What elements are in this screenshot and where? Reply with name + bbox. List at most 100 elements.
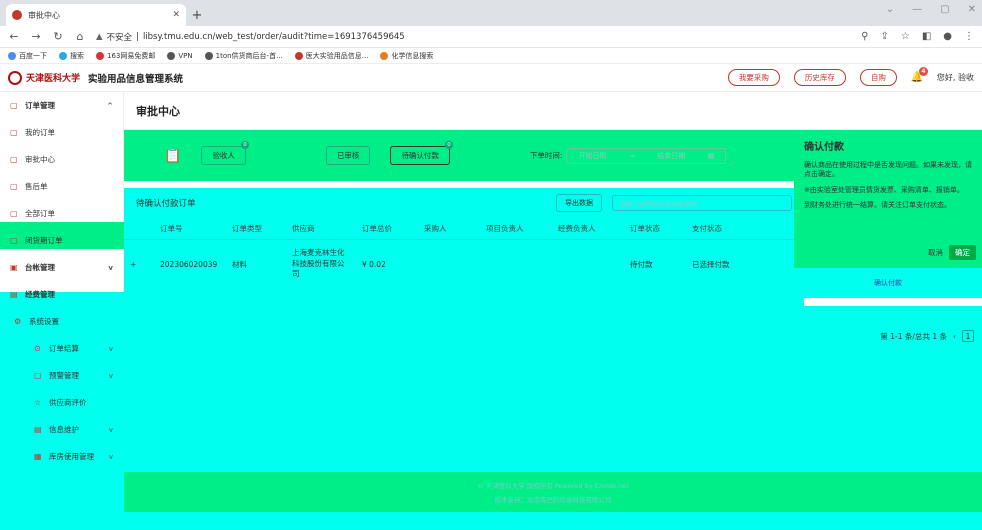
- bell-icon[interactable]: 🔔 4: [911, 66, 928, 84]
- order-icon: ▢: [10, 128, 18, 137]
- bookmark-item[interactable]: 百度一下: [8, 51, 47, 61]
- menu-icon[interactable]: ⋮: [964, 31, 974, 42]
- bookmark-item[interactable]: 1ton供货商后台-首...: [204, 51, 283, 61]
- date-range-picker[interactable]: 开始日期 → 结束日期 ▦: [566, 147, 727, 164]
- support-text: 技术支持：北京库巴科信息科技有限公司: [494, 496, 612, 504]
- export-button[interactable]: 导出数据: [556, 194, 602, 212]
- date-end: 结束日期: [657, 151, 686, 160]
- sidebar-item-all-orders[interactable]: ▢ 全部订单: [0, 200, 123, 227]
- cancel-button[interactable]: 取消: [928, 247, 943, 258]
- system-title: 实验用品信息管理系统: [88, 73, 184, 85]
- sidebar-item-order-settlement[interactable]: ⊙ 订单结算 v: [0, 335, 123, 362]
- confirm-payment-popover: 确认付款 确认商品在使用过程中是否发现问题。如果未发现，请点击确定。 ※由实验室…: [794, 130, 982, 268]
- profile-icon[interactable]: ●: [943, 31, 952, 42]
- tab-acceptor[interactable]: 验收人 0: [201, 141, 249, 165]
- browser-tab-strip: 审批中心 ✕ + ⌄ — ▢ ✕: [0, 0, 982, 26]
- sidebar-icon[interactable]: ◧: [922, 31, 931, 42]
- sidebar-item-supplier-rating[interactable]: ☆ 供应商评价: [0, 389, 123, 416]
- sidebar-item-funds[interactable]: ▤ 经费管理: [0, 281, 123, 308]
- new-tab-icon[interactable]: +: [186, 4, 208, 26]
- university-seal-icon: [8, 70, 22, 85]
- filter-bar: 📋 验收人 0 已审核 待确认付款 0 下单时间: 开始日期 → 结束日期 ▦: [124, 130, 804, 181]
- sidebar-item-info-maintenance[interactable]: ▤ 信息维护 v: [0, 416, 123, 443]
- total-cell: ¥ 0.02: [362, 259, 386, 269]
- sidebar-item-approval-center[interactable]: ▢ 审批中心: [0, 146, 123, 173]
- col-supplier[interactable]: 供应商: [286, 223, 356, 234]
- sidebar-item-system-settings[interactable]: ⚙ 系统设置: [0, 308, 123, 335]
- browser-tab[interactable]: 审批中心 ✕: [6, 4, 186, 26]
- col-buyer[interactable]: 采购人: [418, 223, 480, 234]
- sidebar-item-order-management[interactable]: ▢ 订单管理 ^: [0, 92, 123, 119]
- order-icon: ▢: [10, 236, 18, 245]
- bookmark-icon: [96, 51, 104, 60]
- home-icon[interactable]: ⌂: [74, 30, 86, 43]
- chevron-down-icon[interactable]: ⌄: [886, 4, 894, 15]
- bookmark-icon: [380, 51, 389, 60]
- expand-icon[interactable]: +: [124, 260, 154, 269]
- sidebar-item-closed-orders[interactable]: ▢ 闭货期订单: [0, 227, 123, 254]
- order-type-cell: 材料: [232, 259, 247, 269]
- col-total[interactable]: 订单总价: [356, 223, 418, 234]
- url-field[interactable]: ▲ 不安全 | libsy.tmu.edu.cn/web_test/order/…: [96, 31, 851, 43]
- supplier-search-input[interactable]: 请输入自购供应商名称查询: [612, 195, 792, 211]
- order-icon: ▢: [10, 182, 18, 191]
- tab-approved[interactable]: 已审核: [325, 146, 371, 165]
- settlement-icon: ⊙: [34, 344, 41, 353]
- bookmark-icon: [59, 51, 67, 60]
- bookmark-item[interactable]: VPN: [167, 51, 193, 60]
- popover-line: 到财务处进行统一结算。请关注订单支付状态。: [804, 201, 951, 210]
- pagination: 第 1-1 条/总共 1 条 ‹ 1: [880, 330, 974, 342]
- info-icon: ▤: [34, 425, 42, 434]
- brand-logo: 天津医科大学 实验用品信息管理系统: [8, 70, 184, 85]
- sidebar-item-ledger[interactable]: ▣ 台帐管理 v: [0, 254, 123, 281]
- col-pay-status[interactable]: 支付状态: [686, 223, 748, 234]
- col-order-status[interactable]: 订单状态: [624, 223, 686, 234]
- col-project-lead[interactable]: 项目负责人: [480, 223, 552, 234]
- tab-badge: 0: [240, 141, 249, 149]
- table-row[interactable]: + 202306020039 材料 上海麦克林生化科技股份有限公司 ¥ 0.02…: [124, 240, 804, 288]
- sidebar-item-after-sale[interactable]: ▢ 售后单: [0, 173, 123, 200]
- bookmark-item[interactable]: 搜索: [59, 51, 84, 61]
- sidebar-item-my-orders[interactable]: ▢ 我的订单: [0, 119, 123, 146]
- funds-icon: ▤: [10, 290, 18, 299]
- alert-icon: ▢: [34, 371, 42, 380]
- sidebar: ▢ 订单管理 ^ ▢ 我的订单 ▢ 审批中心 ▢ 售后单 ▢ 全部订单 ▢ 闭货期订单 ▣ 台帐…: [0, 92, 124, 530]
- user-greeting[interactable]: 您好, 验收: [937, 72, 974, 83]
- confirm-payment-link[interactable]: 确认付款: [874, 278, 902, 288]
- share-icon[interactable]: ⇪: [880, 31, 888, 42]
- sidebar-item-alerts[interactable]: ▢ 预警管理 v: [0, 362, 123, 389]
- popover-body: 确认商品在使用过程中是否发现问题。如果未发现，请点击确定。 ※由实验室处管理员情…: [804, 161, 972, 211]
- bookmark-item[interactable]: 化学信息搜索: [380, 51, 433, 61]
- reload-icon[interactable]: ↻: [52, 30, 64, 43]
- back-icon[interactable]: ←: [8, 30, 20, 43]
- bookmark-item[interactable]: 医大实验用品信息...: [294, 51, 368, 61]
- zoom-icon[interactable]: ⚲: [861, 31, 868, 42]
- star-icon[interactable]: ☆: [901, 31, 910, 42]
- window-controls: ⌄ — ▢ ✕: [886, 4, 976, 15]
- col-order-no[interactable]: 订单号: [154, 223, 226, 234]
- bookmark-item[interactable]: 163网易免费邮: [96, 51, 155, 61]
- page-number[interactable]: 1: [962, 330, 974, 342]
- maximize-icon[interactable]: ▢: [940, 4, 949, 15]
- address-bar-row: ← → ↻ ⌂ ▲ 不安全 | libsy.tmu.edu.cn/web_tes…: [0, 26, 982, 48]
- forward-icon[interactable]: →: [30, 30, 42, 43]
- tab-pending-payment[interactable]: 待确认付款 0: [390, 141, 453, 165]
- sidebar-item-warehouse[interactable]: ▦ 库房使用管理 v: [0, 443, 123, 470]
- col-order-type[interactable]: 订单类型: [226, 223, 286, 234]
- brand-name: 天津医科大学: [26, 74, 81, 84]
- chevron-down-icon: v: [108, 425, 113, 434]
- prev-page-icon[interactable]: ‹: [953, 332, 956, 341]
- purchase-button[interactable]: 我要采购: [727, 69, 780, 86]
- orders-table-card: 待确认付款订单 导出数据 请输入自购供应商名称查询 订单号 订单类型 供应商 订…: [124, 188, 804, 306]
- close-window-icon[interactable]: ✕: [968, 4, 976, 15]
- calendar-icon: ▦: [707, 151, 715, 160]
- page-title: 审批中心: [124, 92, 982, 130]
- minimize-icon[interactable]: —: [912, 4, 922, 15]
- order-no-cell: 202306020039: [160, 259, 218, 269]
- pagination-summary: 第 1-1 条/总共 1 条: [880, 331, 947, 341]
- col-fund-lead[interactable]: 经费负责人: [552, 223, 624, 234]
- history-stock-button[interactable]: 历史库存: [793, 69, 846, 86]
- self-purchase-button[interactable]: 自购: [859, 69, 897, 86]
- ok-button[interactable]: 确定: [949, 245, 976, 260]
- close-tab-icon[interactable]: ✕: [172, 10, 180, 20]
